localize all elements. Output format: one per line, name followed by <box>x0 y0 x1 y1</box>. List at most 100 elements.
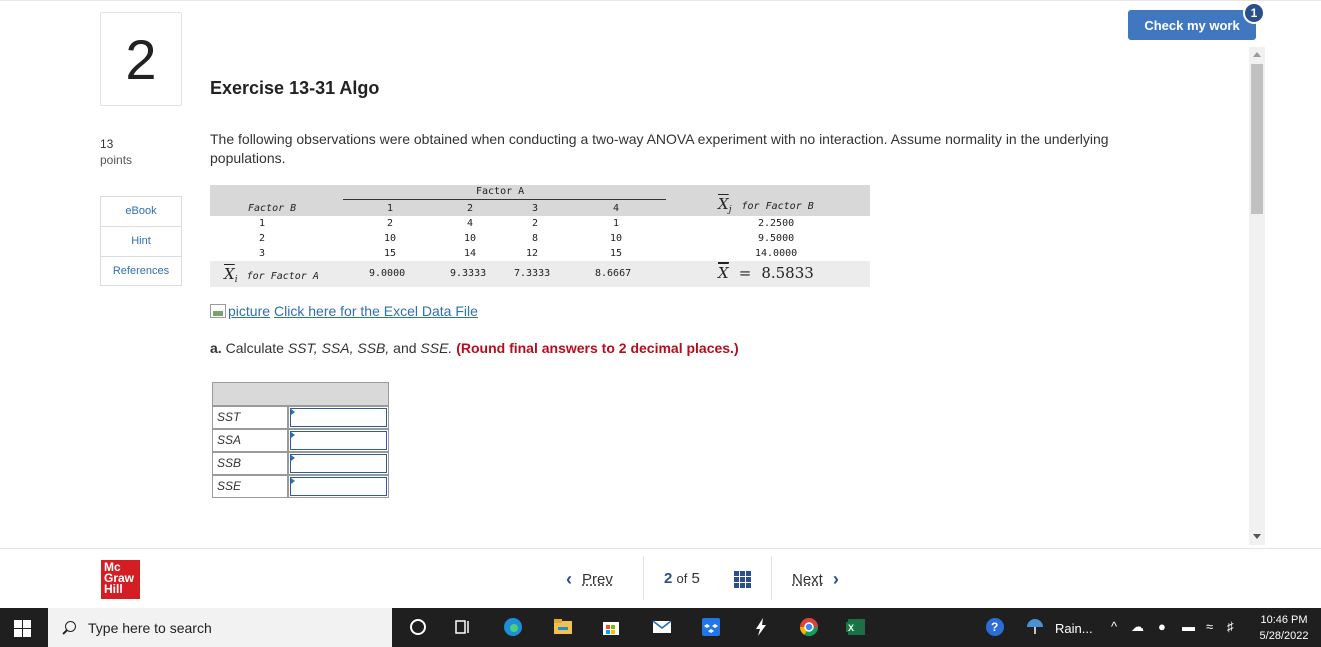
clock-time: 10:46 PM <box>1260 614 1308 626</box>
data-cell: 2 <box>387 218 394 229</box>
scroll-up-arrow-icon[interactable] <box>1253 52 1261 57</box>
data-cell: 1 <box>613 218 620 229</box>
scroll-down-arrow-icon[interactable] <box>1253 534 1261 539</box>
windows-start-icon[interactable] <box>14 620 31 637</box>
weather-umbrella-icon[interactable] <box>1024 616 1046 638</box>
page-current: 2 <box>664 570 673 587</box>
page-total: 5 <box>691 570 700 587</box>
hint-button[interactable]: Hint <box>100 226 182 256</box>
rounding-instruction: (Round final answers to 2 decimal places… <box>452 340 739 356</box>
sse-input[interactable] <box>290 477 387 496</box>
cortana-icon[interactable] <box>407 616 429 638</box>
part-a-terms: SST, SSA, SSB, <box>287 340 390 356</box>
app-lightning-icon[interactable] <box>750 616 772 638</box>
broken-image-icon <box>210 304 226 318</box>
question-number-box: 2 <box>100 12 182 106</box>
task-view-icon[interactable] <box>452 616 474 638</box>
next-label: Next <box>792 571 823 588</box>
volume-icon[interactable]: ♯ <box>1227 619 1234 634</box>
windows-taskbar: Type here to search X ? Rain... ^ ☁ ● ▬ … <box>0 608 1321 647</box>
check-my-work-button[interactable]: Check my work <box>1128 10 1256 40</box>
xj-subscript: j <box>728 205 732 215</box>
ssa-input[interactable] <box>290 431 387 450</box>
answer-cell <box>288 429 389 452</box>
answer-cell <box>288 475 389 498</box>
prev-label: Prev <box>582 571 613 588</box>
data-cell: 15 <box>610 248 623 259</box>
network-warning-icon[interactable]: ● <box>1158 619 1166 634</box>
ebook-button[interactable]: eBook <box>100 196 182 226</box>
wifi-icon[interactable]: ≈ <box>1206 619 1213 634</box>
question-number: 2 <box>125 27 157 91</box>
references-button[interactable]: References <box>100 256 182 286</box>
answer-label: SST <box>212 406 288 429</box>
help-icon[interactable]: ? <box>984 616 1006 638</box>
data-cell: 12 <box>526 248 539 259</box>
col-header: 2 <box>467 203 474 214</box>
prev-button[interactable]: ‹ Prev <box>566 569 613 590</box>
col-mean: 8.6667 <box>595 268 632 279</box>
check-count-badge: 1 <box>1243 2 1265 24</box>
points-label: points <box>100 153 133 167</box>
col-header: 3 <box>532 203 539 214</box>
footer-divider <box>0 548 1321 549</box>
points-value: 13 <box>100 137 114 151</box>
dropbox-icon[interactable] <box>700 616 722 638</box>
data-cell: 10 <box>464 233 477 244</box>
mcgraw-hill-logo: Mc Graw Hill <box>101 560 140 599</box>
points-info: 13 points <box>100 136 132 168</box>
input-flag-icon <box>291 409 295 415</box>
grand-mean-group: X = 8.5833 <box>718 262 814 282</box>
grand-mean-equals: = <box>738 264 752 282</box>
factor-a-header: Factor A <box>476 186 525 197</box>
answer-row-sse: SSE <box>212 475 389 498</box>
row-label: 3 <box>259 248 266 259</box>
exercise-title: Exercise 13-31 Algo <box>210 78 380 98</box>
ssb-input[interactable] <box>290 454 387 473</box>
weather-text[interactable]: Rain... <box>1055 621 1093 636</box>
part-a-last-term: SSE. <box>420 340 453 356</box>
edge-browser-icon[interactable] <box>502 616 524 638</box>
answer-table-header <box>212 382 389 406</box>
next-button[interactable]: Next › <box>792 569 839 590</box>
file-explorer-icon[interactable] <box>552 616 574 638</box>
taskbar-search-box[interactable]: Type here to search <box>48 608 392 647</box>
col-mean: 9.3333 <box>450 268 487 279</box>
sst-input[interactable] <box>290 408 387 427</box>
answer-cell <box>288 406 389 429</box>
data-cell: 8 <box>532 233 539 244</box>
data-cell: 4 <box>467 218 474 229</box>
page-indicator[interactable]: 2 of 5 <box>664 570 700 587</box>
xi-subscript: i <box>234 275 238 285</box>
input-flag-icon <box>291 478 295 484</box>
onedrive-icon[interactable]: ☁ <box>1131 619 1144 635</box>
row-label: 2 <box>259 233 266 244</box>
scrollbar-thumb[interactable] <box>1251 64 1263 214</box>
store-icon[interactable] <box>600 616 622 638</box>
col-header: 4 <box>613 203 620 214</box>
search-icon <box>62 620 76 635</box>
battery-icon[interactable]: ▬ <box>1182 619 1195 634</box>
xi-symbol: X <box>224 265 235 283</box>
mail-icon[interactable] <box>651 616 673 638</box>
input-flag-icon <box>291 455 295 461</box>
excel-data-link[interactable]: picture Click here for the Excel Data Fi… <box>210 303 478 319</box>
excel-link-text: Click here for the Excel Data File <box>274 303 478 319</box>
data-cell: 14 <box>464 248 477 259</box>
grid-view-icon[interactable] <box>734 571 751 588</box>
xj-header: Xj for Factor B <box>718 195 814 215</box>
col-mean: 9.0000 <box>369 268 406 279</box>
chevron-up-icon[interactable]: ^ <box>1111 619 1117 634</box>
chrome-icon[interactable] <box>798 616 820 638</box>
excel-icon[interactable]: X <box>845 616 867 638</box>
grand-mean-value: 8.5833 <box>761 264 814 282</box>
row-mean: 14.0000 <box>755 248 798 259</box>
answer-label: SSA <box>212 429 288 452</box>
page-of: of <box>676 571 688 586</box>
page: 2 Exercise 13-31 Algo 13 points eBook Hi… <box>0 0 1321 647</box>
taskbar-clock[interactable]: 10:46 PM 5/28/2022 <box>1252 612 1316 644</box>
row-mean: 9.5000 <box>758 233 795 244</box>
xi-label: for Factor A <box>246 271 319 282</box>
answer-row-sst: SST <box>212 406 389 429</box>
clock-date: 5/28/2022 <box>1259 630 1309 642</box>
